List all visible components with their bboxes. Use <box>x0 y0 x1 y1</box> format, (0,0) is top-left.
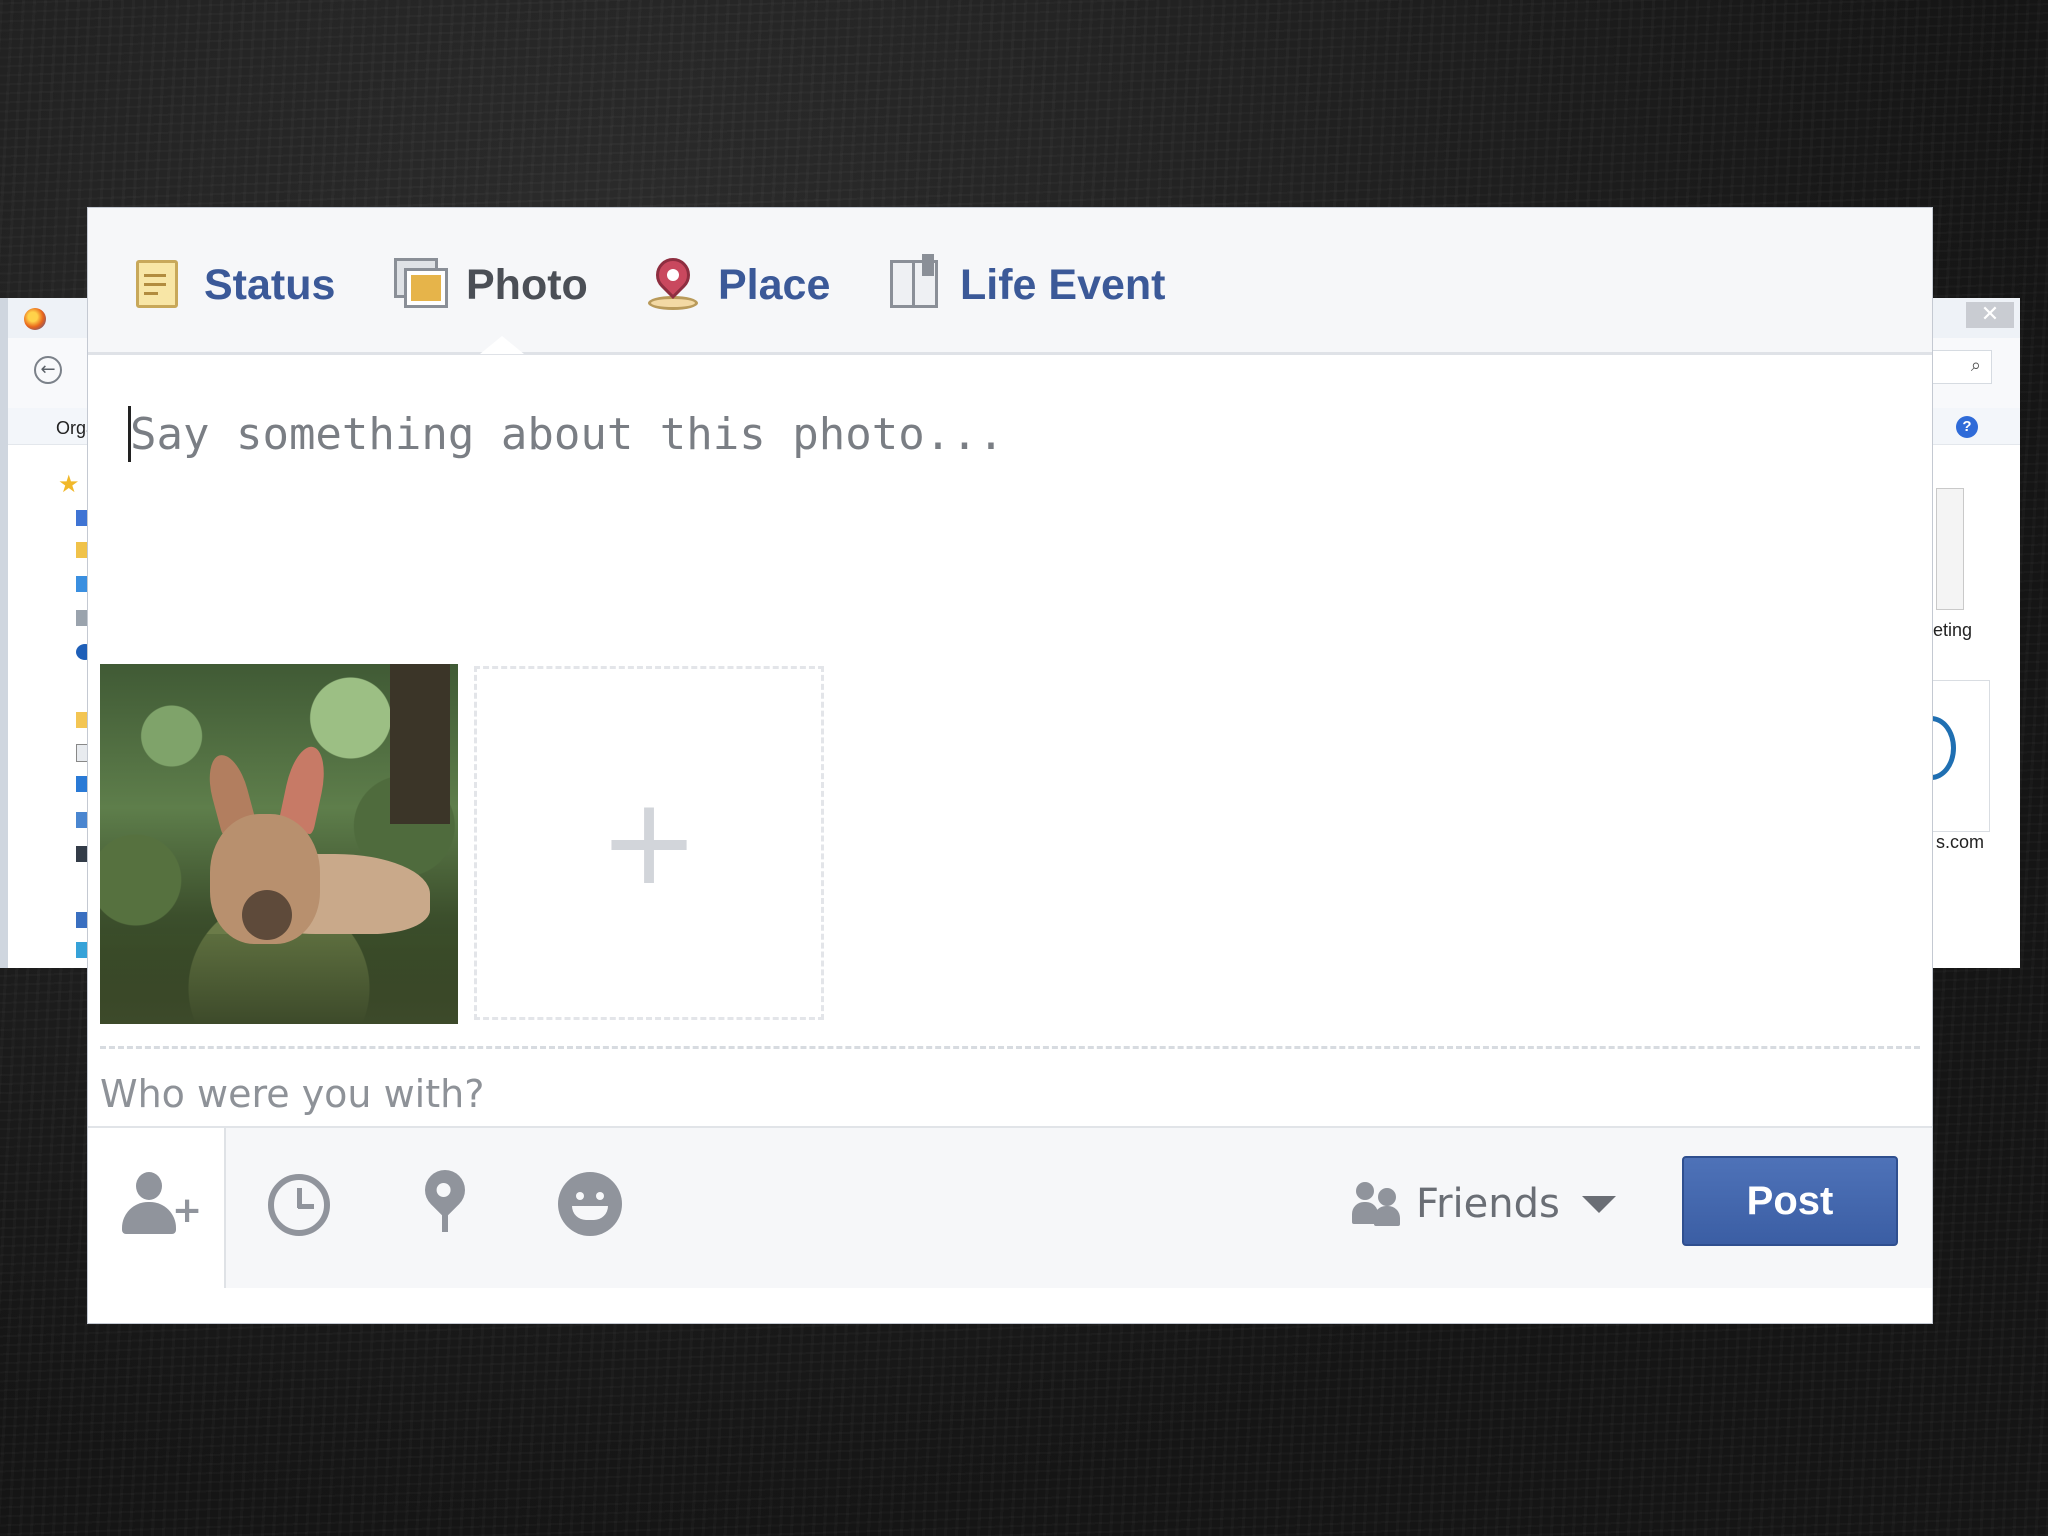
background-back-icon[interactable]: ← <box>34 356 62 384</box>
composer-tab-bar: Status Photo Place Life Event <box>88 208 1932 355</box>
composer-action-bar: + Friends Post <box>88 1126 1932 1288</box>
status-icon <box>132 258 186 312</box>
active-tab-pointer <box>480 336 524 354</box>
plus-icon: + <box>598 773 700 912</box>
add-photo-button[interactable]: + <box>474 666 824 1020</box>
friends-audience-icon <box>1352 1182 1402 1226</box>
tag-friends-input[interactable] <box>98 1058 1902 1130</box>
favorites-star-icon: ★ <box>58 470 80 498</box>
photo-caption-input[interactable] <box>128 398 1892 470</box>
tab-life-event[interactable]: Life Event <box>888 250 1166 320</box>
tab-status-label: Status <box>204 260 336 309</box>
post-button[interactable]: Post <box>1682 1156 1898 1246</box>
firefox-icon <box>24 308 46 330</box>
audience-label: Friends <box>1416 1181 1560 1227</box>
tab-photo-label: Photo <box>466 260 588 309</box>
tab-place-label: Place <box>718 260 831 309</box>
photo-icon <box>394 258 448 312</box>
tag-people-icon[interactable]: + <box>122 1172 202 1242</box>
tab-place[interactable]: Place <box>646 250 830 320</box>
attached-photo-thumbnail[interactable] <box>100 664 458 1024</box>
clock-icon[interactable] <box>268 1174 330 1236</box>
chevron-down-icon <box>1581 1195 1616 1213</box>
text-cursor <box>128 406 131 462</box>
post-composer-dialog: Status Photo Place Life Event Say someth… <box>88 208 1932 1323</box>
document-file-icon[interactable] <box>1936 488 1964 610</box>
help-icon[interactable]: ? <box>1956 416 1978 438</box>
tab-photo[interactable]: Photo <box>394 250 588 320</box>
file-label: eting <box>1932 620 1972 640</box>
dashed-divider <box>100 1046 1920 1049</box>
audience-selector[interactable]: Friends <box>1352 1168 1616 1240</box>
tab-life-event-label: Life Event <box>960 260 1166 309</box>
file-label: s.com <box>1935 832 1984 852</box>
search-icon: ⌕ <box>1970 355 1981 376</box>
life-event-icon <box>888 254 942 312</box>
feeling-smile-icon[interactable] <box>558 1172 622 1236</box>
place-icon <box>646 250 700 312</box>
location-pin-icon[interactable] <box>416 1161 474 1238</box>
background-window-close-button[interactable]: ✕ <box>1966 302 2014 328</box>
tab-status[interactable]: Status <box>132 250 335 320</box>
